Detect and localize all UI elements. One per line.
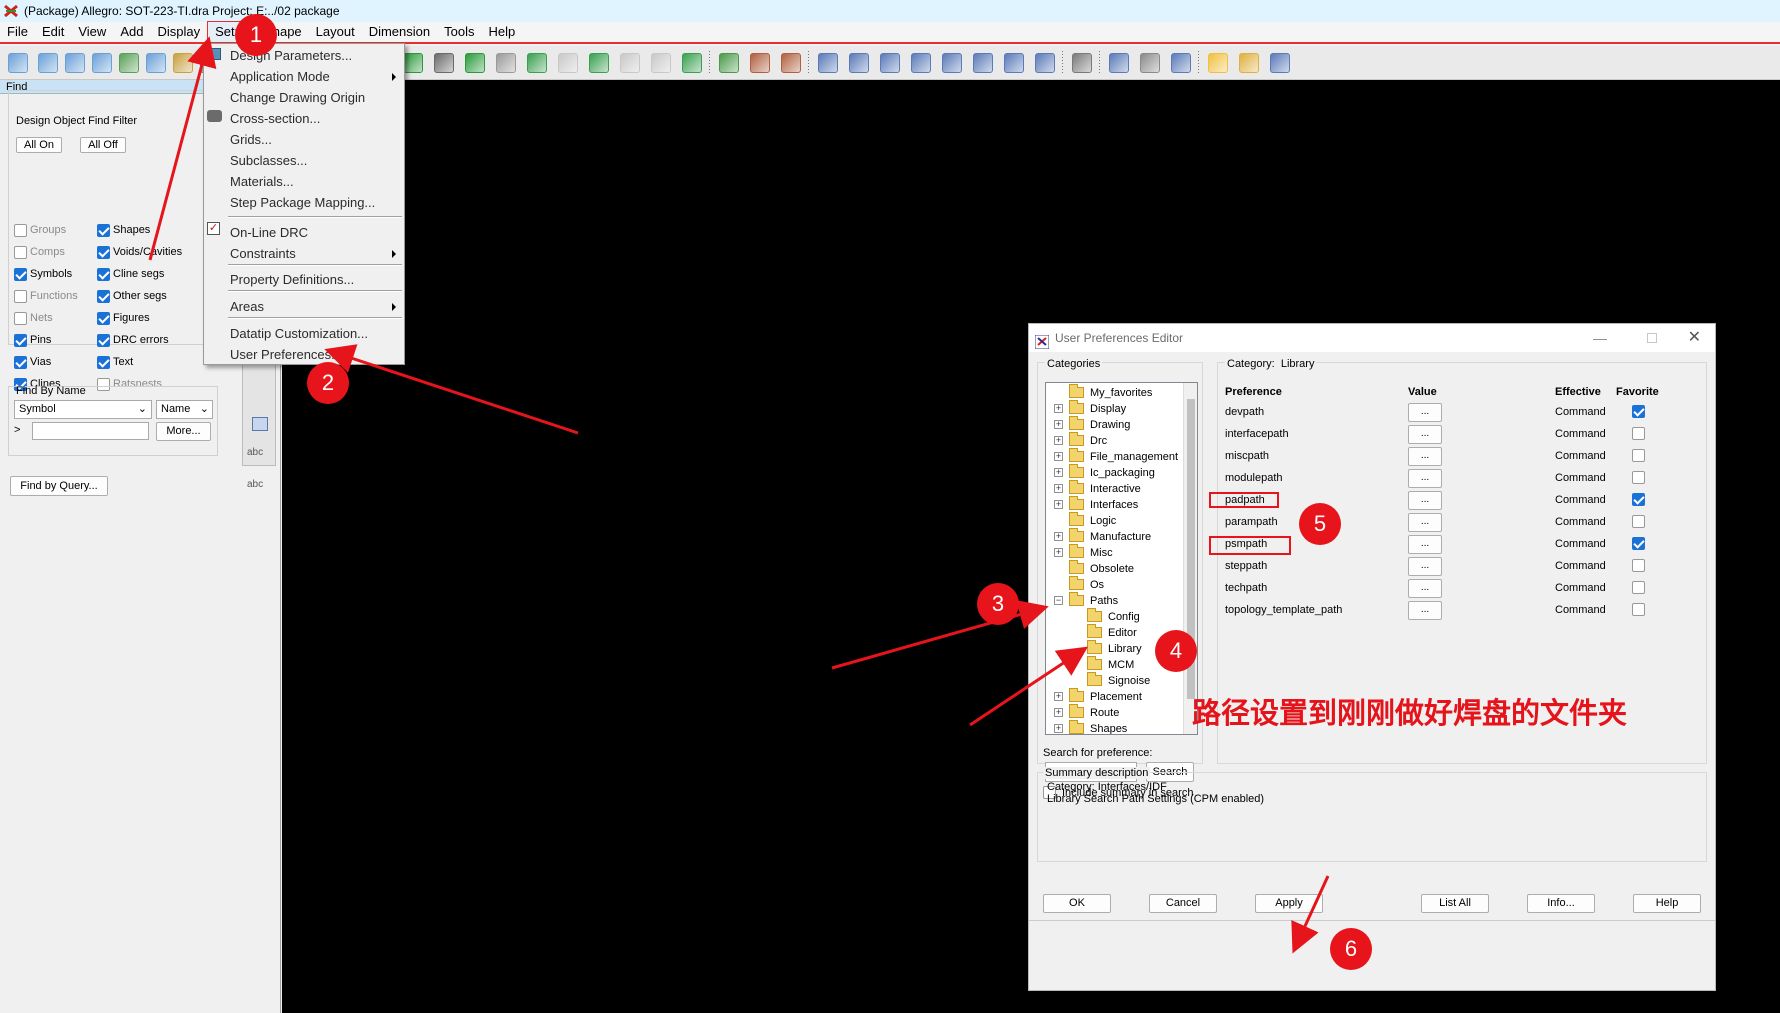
step-badge-4: 4: [1155, 630, 1197, 672]
annotation-note: 路径设置到刚刚做好焊盘的文件夹: [1192, 696, 1628, 730]
step-badge-3: 3: [977, 583, 1019, 625]
step-badge-1: 1: [235, 14, 277, 56]
arrow-2: [324, 344, 579, 435]
step-badge-6: 6: [1330, 928, 1372, 970]
arrow-4: [969, 646, 1088, 727]
arrow-6: [1291, 875, 1330, 954]
step-badge-2: 2: [307, 362, 349, 404]
arrow-1: [148, 36, 217, 261]
annotation-arrows: [148, 36, 1330, 954]
step-badge-5: 5: [1299, 503, 1341, 545]
